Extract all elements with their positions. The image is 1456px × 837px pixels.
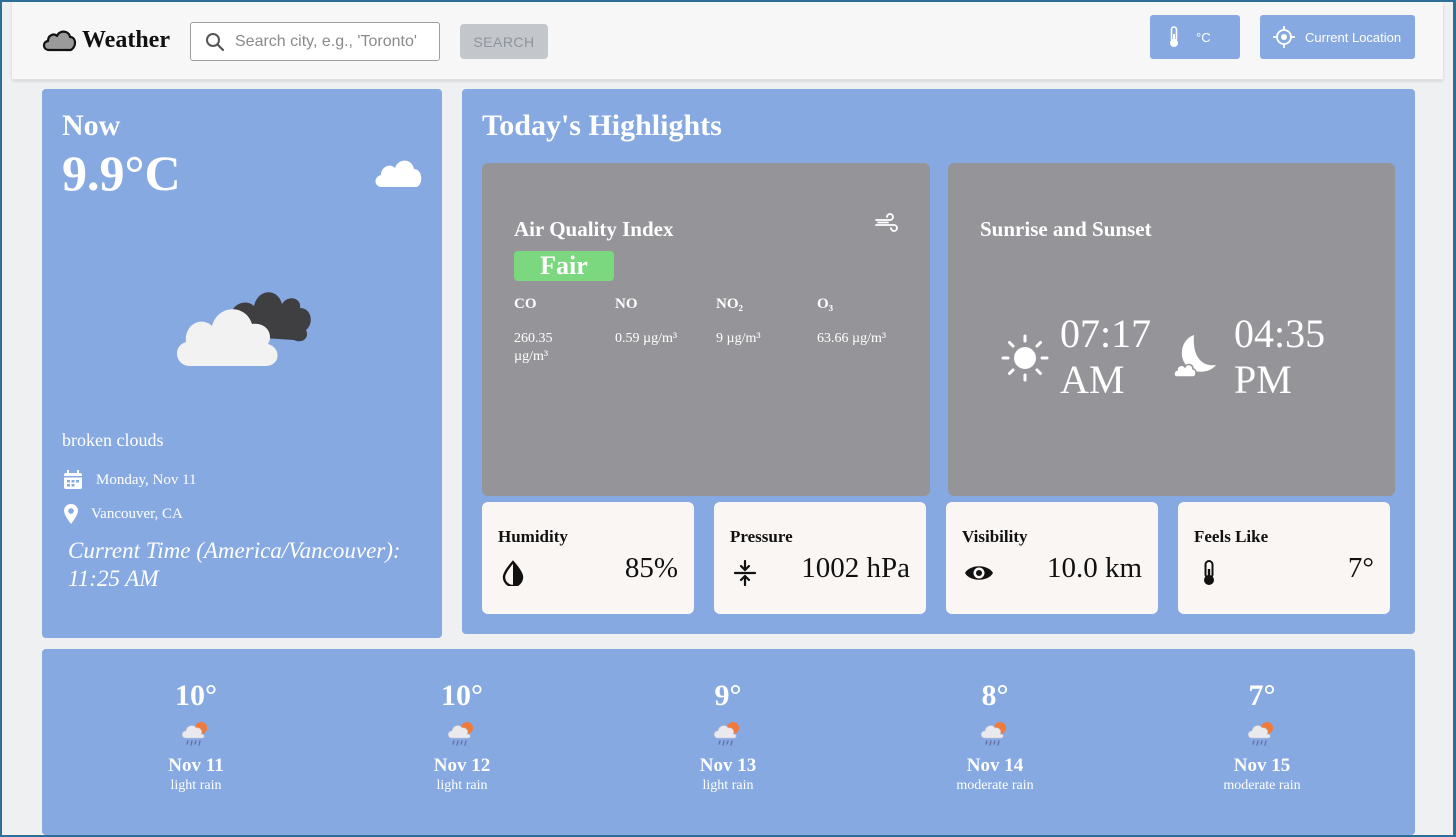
rain-cloud-sun-icon (1247, 722, 1273, 746)
forecast-date: Nov 14 (966, 755, 1024, 776)
forecast-panel: 10° Nov 11 light rain 10° Nov 12 light r… (42, 649, 1415, 835)
location-text: Vancouver, CA (91, 505, 183, 522)
forecast-day: 7° Nov 15 moderate rain (1162, 679, 1362, 794)
current-location-button[interactable]: Current Location (1260, 15, 1415, 59)
rain-cloud-sun-icon (447, 722, 473, 746)
crosshair-icon (1273, 26, 1295, 48)
forecast-temp: 10° (441, 679, 483, 712)
air-quality-title: Air Quality Index (514, 217, 674, 241)
sunrise-time: 07:17 AM (1060, 311, 1152, 402)
pollutant-o3: O₃ 63.66 µg/m³ (817, 296, 917, 348)
forecast-description: light rain (702, 778, 754, 793)
sunrise-sunset-title: Sunrise and Sunset (980, 217, 1152, 241)
sunset-time: 04:35 PM (1234, 311, 1326, 402)
forecast-description: moderate rain (1223, 778, 1301, 793)
thermometer-icon (1204, 560, 1214, 585)
pollutant-name: O₃ (817, 296, 834, 312)
brand-name: Weather (82, 26, 170, 53)
feels-like-card: Feels Like 7° (1178, 502, 1390, 614)
pollutant-value: 0.59 µg/m³ (615, 331, 678, 346)
rain-cloud-sun-icon (980, 722, 1006, 746)
air-quality-card: Air Quality Index Fair CO 260.35 µg/m³ N… (482, 163, 930, 496)
search-box[interactable] (190, 22, 440, 61)
forecast-temp: 7° (1248, 679, 1276, 712)
rain-cloud-sun-icon (181, 722, 207, 746)
cloud-logo-icon (42, 30, 77, 52)
location-pin-icon (64, 504, 78, 524)
pollutant-co: CO 260.35 µg/m³ (514, 296, 614, 366)
search-icon (206, 32, 225, 51)
pollutant-no2: NO₂ 9 µg/m³ (716, 296, 816, 348)
pressure-icon (733, 560, 757, 586)
top-bar: Weather SEARCH °C (12, 2, 1443, 80)
stat-title: Pressure (730, 527, 793, 546)
pollutant-name: NO (615, 296, 638, 312)
humidity-card: Humidity 85% (482, 502, 694, 614)
search-button[interactable]: SEARCH (460, 24, 548, 59)
forecast-date: Nov 12 (433, 755, 491, 776)
pollutant-name: CO (514, 296, 537, 312)
forecast-date: Nov 11 (168, 755, 224, 776)
stat-title: Feels Like (1194, 527, 1269, 546)
current-location-label: Current Location (1305, 29, 1402, 45)
now-heading: Now (62, 109, 121, 142)
sun-icon (1001, 334, 1049, 382)
humidity-icon (502, 560, 524, 586)
forecast-day: 10° Nov 12 light rain (362, 679, 562, 794)
calendar-icon (64, 470, 82, 489)
date-row: Monday, Nov 11 (62, 469, 197, 491)
forecast-day: 8° Nov 14 moderate rain (895, 679, 1095, 794)
forecast-date: Nov 15 (1233, 755, 1291, 776)
weather-description: broken clouds (62, 430, 164, 450)
current-temperature: 9.9°C (62, 145, 181, 201)
unit-label: °C (1196, 29, 1211, 45)
pollutant-value: 9 µg/m³ (716, 331, 761, 346)
forecast-temp: 10° (175, 679, 217, 712)
forecast-description: moderate rain (956, 778, 1034, 793)
forecast-day: 9° Nov 13 light rain (628, 679, 828, 794)
forecast-description: light rain (170, 778, 222, 793)
current-weather-panel: Now 9.9°C broken clouds Monday, Nov 11 V… (42, 89, 442, 638)
wind-icon (875, 213, 898, 232)
highlights-panel: Today's Highlights Air Quality Index Fai… (462, 89, 1415, 634)
app-window: Weather SEARCH °C (2, 2, 1453, 835)
unit-toggle-button[interactable]: °C (1150, 15, 1240, 59)
moon-cloud-icon (1174, 335, 1216, 378)
visibility-card: Visibility 10.0 km (946, 502, 1158, 614)
current-time: Current Time (America/Vancouver): 11:25 … (68, 538, 401, 591)
cloud-icon (375, 160, 422, 187)
rain-cloud-sun-icon (713, 722, 739, 746)
pollutant-no: NO 0.59 µg/m³ (615, 296, 715, 348)
stat-value: 7° (1347, 552, 1374, 584)
forecast-temp: 9° (714, 679, 742, 712)
broken-clouds-icon (176, 292, 311, 366)
stat-title: Visibility (962, 527, 1028, 546)
eye-icon (965, 566, 993, 580)
stat-value: 10.0 km (1046, 552, 1142, 584)
thermometer-icon (1170, 26, 1178, 47)
search-input[interactable] (235, 32, 425, 51)
forecast-date: Nov 13 (699, 755, 757, 776)
pressure-card: Pressure 1002 hPa (714, 502, 926, 614)
forecast-temp: 8° (981, 679, 1009, 712)
location-row: Vancouver, CA (62, 503, 183, 525)
brand: Weather (40, 24, 170, 56)
stat-title: Humidity (498, 527, 568, 546)
pollutant-name: NO₂ (716, 296, 743, 312)
forecast-description: light rain (436, 778, 488, 793)
date-text: Monday, Nov 11 (96, 471, 197, 488)
pollutant-value: 63.66 µg/m³ (817, 331, 887, 346)
stat-value: 1002 hPa (801, 552, 910, 584)
forecast-day: 10° Nov 11 light rain (96, 679, 296, 794)
pollutant-value: 260.35 µg/m³ (514, 331, 553, 364)
highlights-heading: Today's Highlights (482, 109, 722, 142)
aqi-rating-badge: Fair (514, 251, 614, 281)
sunrise-sunset-card: Sunrise and Sunset 07:17 AM 04:35 PM (948, 163, 1395, 496)
stat-value: 85% (624, 552, 678, 584)
